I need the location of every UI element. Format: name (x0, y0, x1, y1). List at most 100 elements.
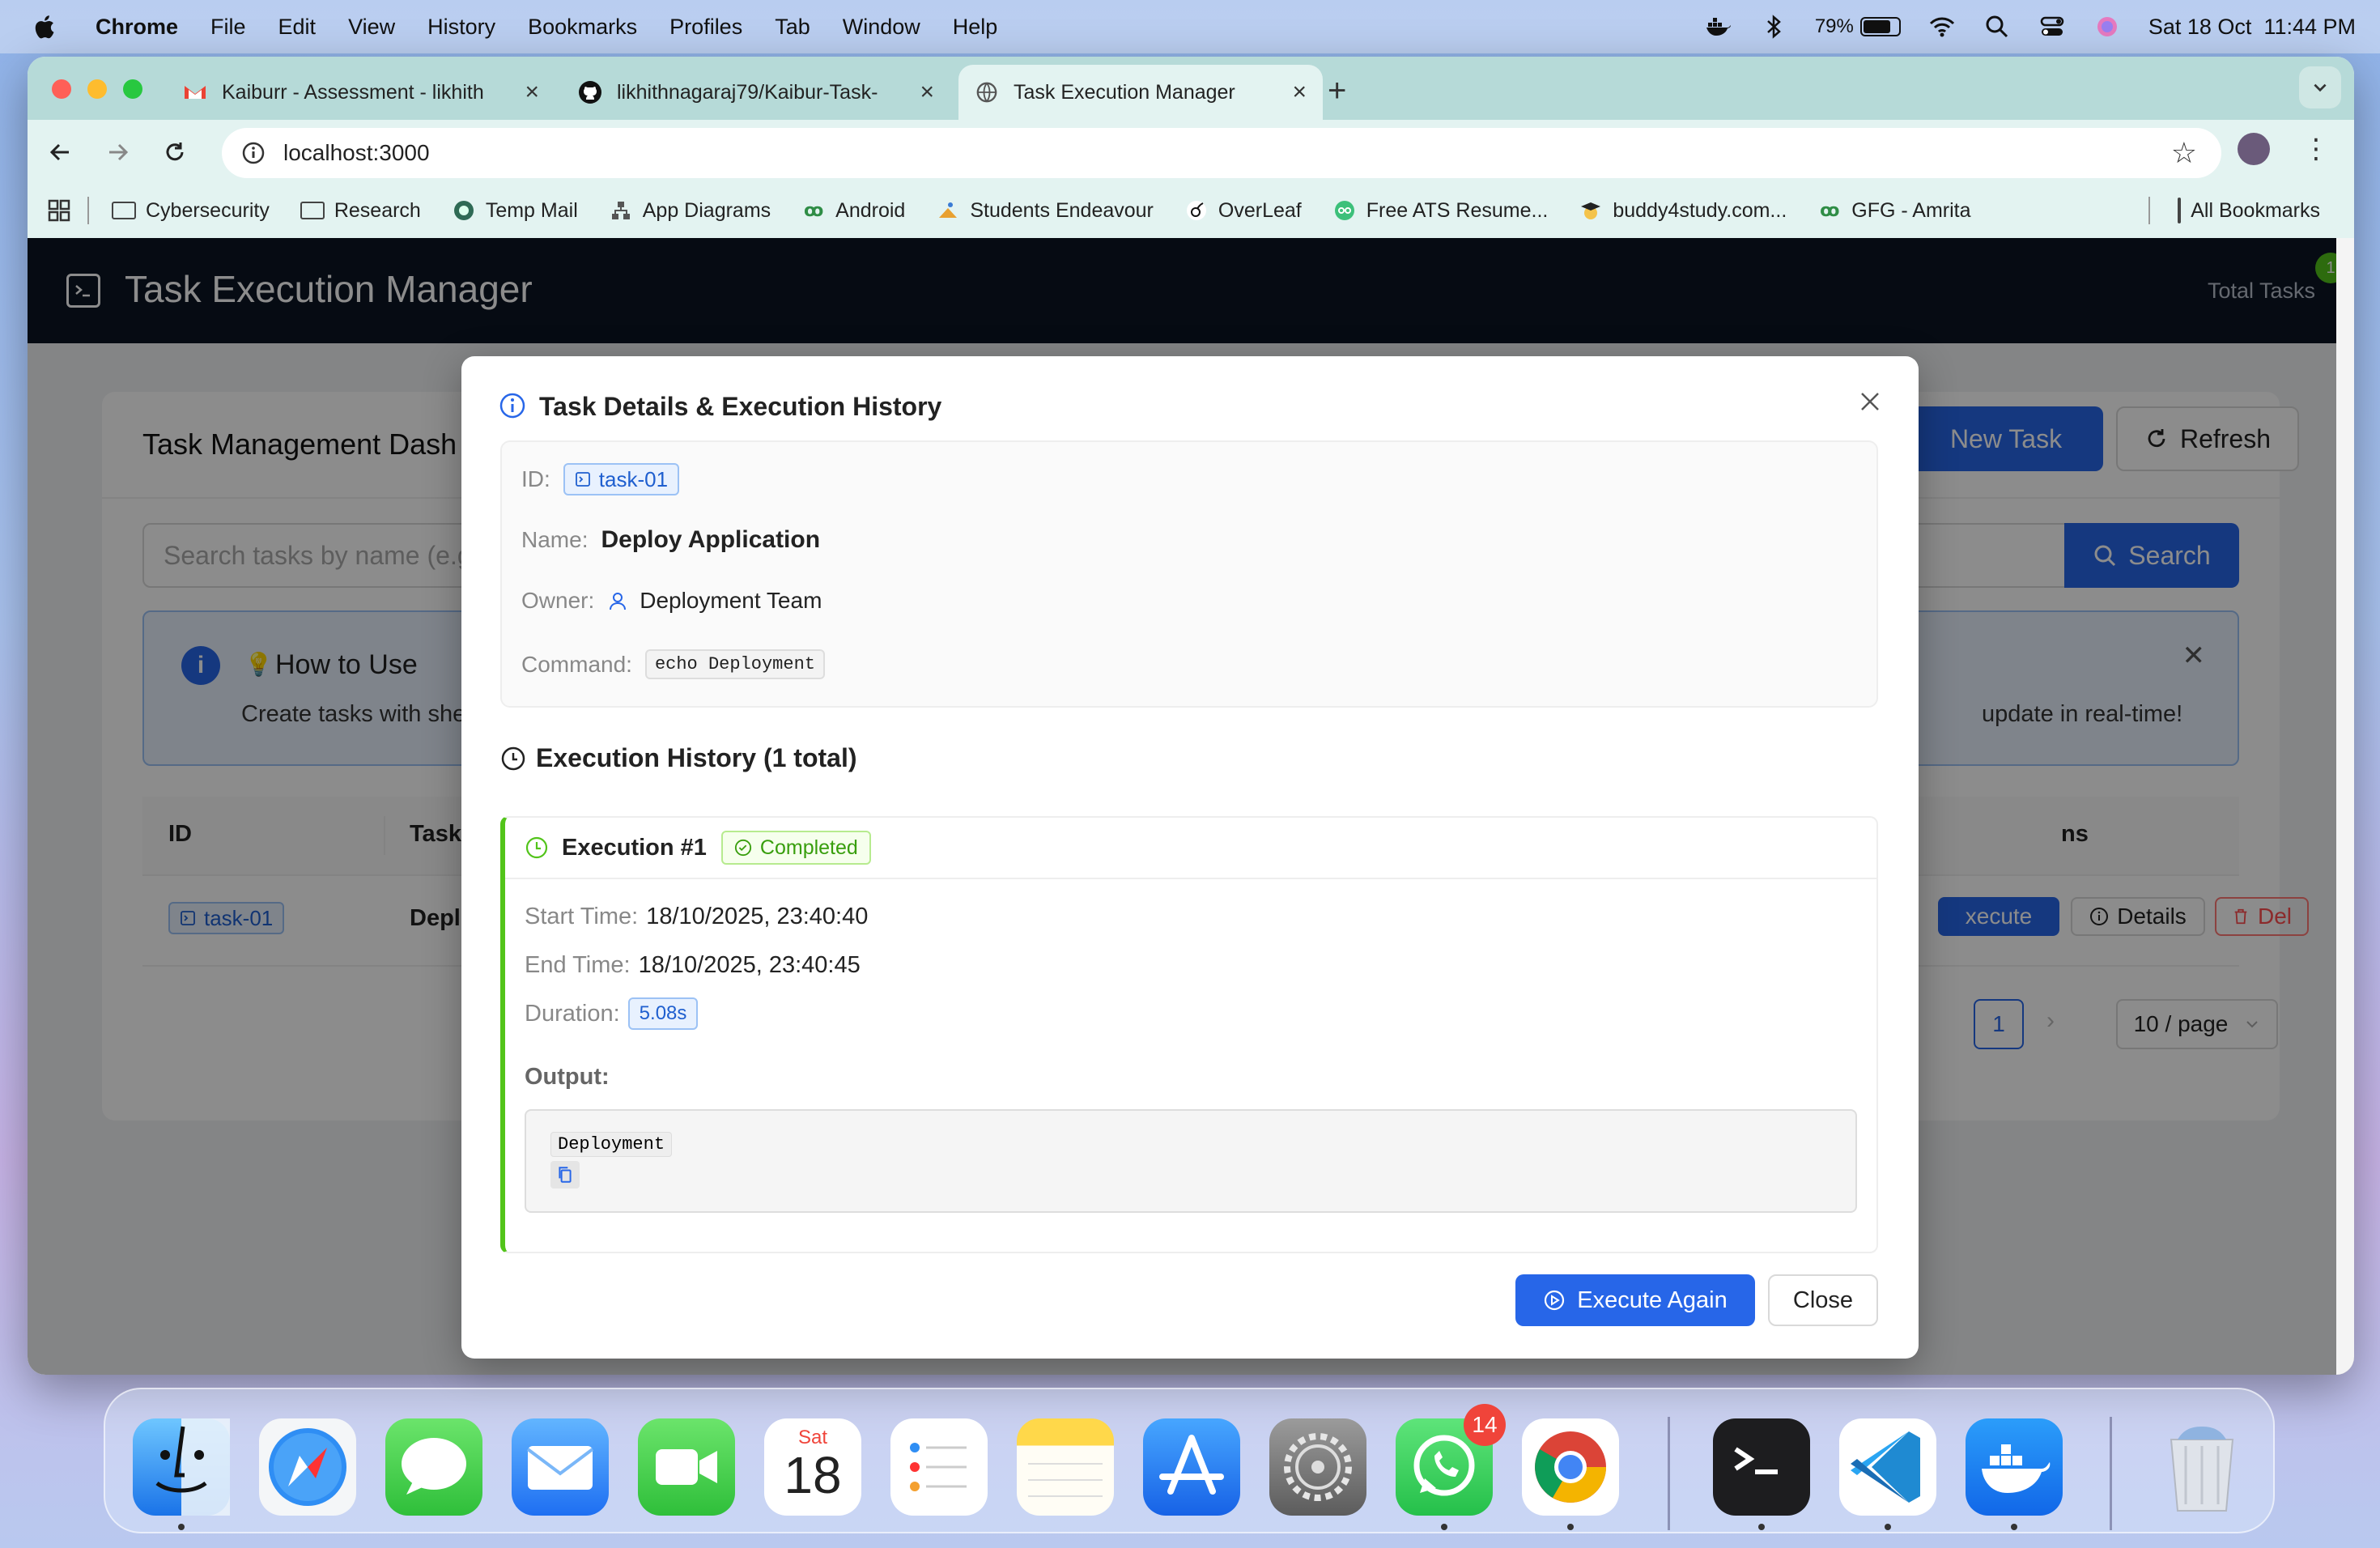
browser-toolbar: localhost:3000 ☆ ⋮ (28, 120, 2354, 183)
docker-status-icon[interactable] (1705, 13, 1732, 40)
bluetooth-icon[interactable] (1760, 13, 1787, 40)
output-box: Deployment (525, 1109, 1857, 1213)
bookmark-research[interactable]: Research (300, 199, 421, 223)
vscode-icon (1851, 1431, 1920, 1503)
bookmark-label: Cybersecurity (146, 198, 270, 222)
all-bookmarks[interactable]: All Bookmarks (2140, 197, 2320, 224)
battery-status[interactable]: 79% (1815, 15, 1901, 38)
close-label: Close (1792, 1286, 1854, 1313)
more-menu-icon[interactable]: ⋮ (2302, 133, 2330, 165)
bookmark-cybersecurity[interactable]: Cybersecurity (112, 199, 270, 223)
whatsapp-badge: 14 (1464, 1404, 1506, 1446)
dock-app-store[interactable] (1143, 1418, 1240, 1516)
tab-search-chevron-icon[interactable] (2299, 66, 2341, 108)
execution-history-title: Execution History (1 total) (500, 743, 857, 773)
tab-github[interactable]: likhithnagaraj79/Kaibur-Task- × (562, 65, 950, 120)
bookmark-overleaf[interactable]: OverLeaf (1184, 199, 1302, 223)
forward-arrow-icon[interactable] (102, 136, 134, 168)
close-button[interactable]: Close (1768, 1274, 1878, 1326)
menu-view[interactable]: View (348, 15, 395, 40)
menu-tab[interactable]: Tab (775, 15, 810, 40)
bookmark-label: buddy4study.com... (1613, 198, 1787, 222)
dock-finder[interactable] (133, 1418, 230, 1516)
dock-calendar[interactable]: Sat 18 (764, 1418, 861, 1516)
dock-messages[interactable] (385, 1418, 482, 1516)
bookmark-app-diagrams[interactable]: App Diagrams (609, 199, 771, 223)
page-scrollbar[interactable] (2336, 238, 2354, 1375)
dock-notes[interactable] (1017, 1418, 1114, 1516)
all-bookmarks-label: All Bookmarks (2191, 198, 2320, 222)
menu-bookmarks[interactable]: Bookmarks (528, 15, 637, 40)
apple-icon[interactable] (32, 13, 57, 40)
menu-file[interactable]: File (210, 15, 246, 40)
trash-icon (2170, 1427, 2234, 1512)
wifi-icon[interactable] (1928, 13, 1956, 40)
bookmark-temp-mail[interactable]: Temp Mail (452, 199, 578, 223)
reload-icon[interactable] (159, 136, 191, 168)
bookmark-students-endeavour[interactable]: Students Endeavour (936, 199, 1154, 223)
menu-profiles[interactable]: Profiles (669, 15, 742, 40)
terminal-icon (1734, 1447, 1778, 1474)
new-tab-icon[interactable]: + (1328, 73, 1346, 109)
status-badge: Completed (720, 831, 871, 865)
dock-system-settings[interactable] (1269, 1418, 1366, 1516)
close-tab-icon[interactable]: × (525, 79, 539, 106)
tab-title: Task Execution Manager (1014, 80, 1235, 104)
copy-icon[interactable] (550, 1161, 580, 1189)
control-center-icon[interactable] (2038, 13, 2066, 40)
bookmark-buddy4study[interactable]: buddy4study.com... (1579, 199, 1787, 223)
end-time: End Time: 18/10/2025, 23:40:45 (525, 952, 861, 979)
siri-icon[interactable] (2093, 13, 2121, 40)
execute-again-button[interactable]: Execute Again (1515, 1274, 1755, 1326)
menu-history[interactable]: History (427, 15, 495, 40)
clock[interactable]: Sat 18 Oct 11:44 PM (2148, 15, 2356, 40)
dock-chrome[interactable] (1522, 1418, 1619, 1516)
address-bar[interactable]: localhost:3000 ☆ (222, 128, 2221, 178)
back-arrow-icon[interactable] (44, 136, 76, 168)
bookmark-label: Students Endeavour (970, 198, 1154, 222)
close-window-button[interactable] (52, 79, 71, 99)
dock-safari[interactable] (259, 1418, 356, 1516)
bookmark-free-ats-resume[interactable]: Free ATS Resume... (1332, 199, 1548, 223)
spotlight-search-icon[interactable] (1983, 13, 2011, 40)
tab-gmail[interactable]: Kaiburr - Assessment - likhith × (167, 65, 555, 120)
dock-separator (1668, 1417, 1670, 1530)
tab-title: Kaiburr - Assessment - likhith (222, 80, 484, 104)
dock-trash[interactable] (2153, 1418, 2250, 1516)
tempmail-icon (452, 200, 476, 221)
folder-icon (300, 200, 325, 221)
name-value: Deploy Application (601, 526, 821, 553)
profile-avatar[interactable] (2238, 133, 2270, 165)
dock-vscode[interactable] (1839, 1418, 1936, 1516)
bookmark-gfg-amrita[interactable]: ꝏ GFG - Amrita (1817, 199, 1970, 223)
bookmark-star-icon[interactable]: ☆ (2171, 136, 2197, 170)
github-icon (578, 80, 602, 104)
modal-title: Task Details & Execution History (539, 392, 942, 421)
dock-docker[interactable] (1966, 1418, 2063, 1516)
tab-task-manager[interactable]: Task Execution Manager × (958, 65, 1323, 120)
minimize-window-button[interactable] (87, 79, 107, 99)
maximize-window-button[interactable] (123, 79, 142, 99)
end-time-label: End Time: (525, 952, 631, 978)
bookmark-android[interactable]: ꝏ Android (801, 199, 905, 223)
apps-grid-icon[interactable] (47, 198, 71, 223)
close-tab-icon[interactable]: × (1292, 79, 1307, 106)
close-tab-icon[interactable]: × (920, 79, 934, 106)
execute-again-label: Execute Again (1577, 1286, 1728, 1313)
dock-mail[interactable] (512, 1418, 609, 1516)
command-label: Command: (521, 651, 632, 677)
menu-help[interactable]: Help (953, 15, 998, 40)
play-circle-icon (1545, 1290, 1565, 1311)
dock-reminders[interactable] (890, 1418, 988, 1516)
duration-value: 5.08s (627, 997, 699, 1030)
close-icon[interactable] (1854, 385, 1886, 418)
menu-app-name[interactable]: Chrome (96, 15, 178, 40)
dock-facetime[interactable] (638, 1418, 735, 1516)
dock-terminal[interactable] (1713, 1418, 1810, 1516)
start-time: Start Time: 18/10/2025, 23:40:40 (525, 904, 868, 930)
info-icon (499, 393, 525, 419)
site-info-icon[interactable] (241, 141, 266, 165)
menu-window[interactable]: Window (843, 15, 920, 40)
menu-edit[interactable]: Edit (278, 15, 317, 40)
calendar-date: 18 (784, 1446, 842, 1504)
